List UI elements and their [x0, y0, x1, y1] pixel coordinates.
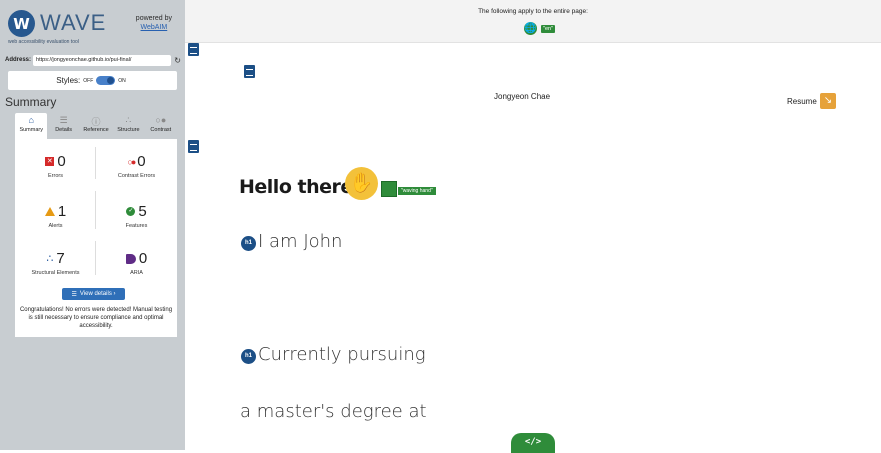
wave-brand: W WAVE web accessibility evaluation tool…: [8, 10, 178, 46]
region-icon[interactable]: [244, 65, 255, 78]
error-icon: ✕: [45, 157, 55, 166]
tab-label: Reference: [83, 127, 109, 133]
resume-link[interactable]: Resume: [787, 97, 817, 106]
tab-label: Details: [55, 127, 73, 133]
congrats-message: Congratulations! No errors were detected…: [19, 307, 173, 329]
aria-count: 0: [138, 250, 148, 267]
tab-label: Contrast: [150, 127, 172, 133]
stat-structural[interactable]: ∴ 7 Structural Elements: [15, 242, 96, 287]
features-label: Features: [125, 223, 148, 229]
code-icon[interactable]: </>: [511, 433, 555, 453]
alerts-label: Alerts: [48, 223, 63, 229]
contrast-error-icon: ○●: [127, 156, 136, 167]
contrast-label: Contrast Errors: [117, 173, 156, 179]
site-name[interactable]: Jongyeon Chae: [494, 92, 550, 101]
aria-label: ARIA: [130, 270, 143, 276]
heading-badge-icon[interactable]: h1: [241, 349, 256, 364]
features-count: 5: [138, 203, 147, 220]
intro-line: I am John: [258, 231, 343, 252]
contrast-icon: ○●: [155, 115, 167, 125]
errors-label: Errors: [48, 173, 63, 179]
stat-aria[interactable]: 0 ARIA: [96, 242, 177, 287]
stat-errors[interactable]: ✕ 0 Errors: [15, 145, 96, 190]
degree-line: a master's degree at: [240, 401, 427, 422]
tab-label: Structure: [117, 127, 140, 133]
stat-features[interactable]: ✓ 5 Features: [96, 195, 177, 240]
errors-count: 0: [57, 153, 66, 170]
summary-heading: Summary: [5, 95, 57, 109]
view-details-label: View details ›: [79, 291, 116, 297]
powered-by: powered by WebAIM: [136, 14, 172, 32]
alerts-count: 1: [57, 203, 67, 220]
list-icon: ☰: [59, 115, 68, 125]
styles-toggle-box: Styles: OFF ON: [8, 71, 177, 90]
resume-alert-icon[interactable]: ↘: [820, 93, 836, 109]
tab-reference[interactable]: ⓘ Reference: [80, 113, 112, 139]
image-alt-icon[interactable]: [381, 181, 397, 197]
tab-summary[interactable]: ⌂ Summary: [15, 113, 48, 139]
pursuing-line: Currently pursuing: [258, 344, 426, 365]
region-icon[interactable]: [188, 140, 199, 153]
home-icon: ⌂: [28, 115, 34, 125]
wave-sidebar: W WAVE web accessibility evaluation tool…: [0, 0, 185, 450]
view-details-button[interactable]: ☰ View details ›: [62, 288, 125, 300]
structural-label: Structural Elements: [31, 270, 80, 276]
list-icon: ☰: [71, 291, 77, 298]
contrast-count: 0: [137, 153, 146, 170]
waving-hand-icon: ✋: [345, 167, 378, 200]
wave-tagline: web accessibility evaluation tool: [8, 39, 79, 45]
aria-icon: [125, 253, 136, 264]
info-icon: ⓘ: [91, 117, 101, 127]
styles-toggle[interactable]: [96, 76, 116, 85]
alt-text-badge[interactable]: "waving hand": [398, 187, 436, 195]
toggle-knob: [107, 77, 115, 84]
wave-logo-icon[interactable]: W: [8, 10, 35, 37]
tab-structure[interactable]: ∴ Structure: [112, 113, 144, 139]
reload-icon[interactable]: ↻: [174, 56, 181, 65]
page-wide-note: The following apply to the entire page:: [478, 8, 588, 15]
region-icon[interactable]: [188, 43, 199, 56]
tab-bar: ⌂ Summary ☰ Details ⓘ Reference ∴ Struct…: [15, 113, 177, 139]
webaim-link[interactable]: WebAIM: [136, 23, 172, 32]
heading-badge-icon[interactable]: h1: [241, 236, 256, 251]
address-bar: Address: https://jongyeonchae.github.io/…: [5, 54, 181, 66]
address-input[interactable]: https://jongyeonchae.github.io/pui-final…: [33, 54, 172, 66]
tab-details[interactable]: ☰ Details: [47, 113, 79, 139]
styles-on-label: ON: [118, 77, 126, 84]
summary-panel: ✕ 0 Errors ○● 0 Contrast Errors 1 Alerts ✓…: [15, 139, 177, 337]
styles-off-label: OFF: [83, 77, 94, 84]
hello-heading: Hello there: [239, 176, 353, 198]
feature-icon: ✓: [126, 207, 136, 216]
wave-title: WAVE: [40, 10, 107, 35]
tab-label: Summary: [19, 127, 43, 133]
structure-icon: ∴: [46, 253, 54, 265]
tab-contrast[interactable]: ○● Contrast: [145, 113, 177, 139]
alert-icon: [44, 207, 55, 216]
page-wide-bar: The following apply to the entire page: …: [185, 0, 881, 43]
language-globe-icon[interactable]: 🌐: [524, 22, 537, 35]
structure-icon: ∴: [125, 115, 132, 125]
powered-by-label: powered by: [135, 15, 172, 22]
stat-contrast-errors[interactable]: ○● 0 Contrast Errors: [96, 145, 177, 190]
structural-count: 7: [56, 250, 65, 267]
styles-label: Styles:: [56, 76, 81, 85]
address-label: Address:: [5, 57, 32, 63]
language-badge[interactable]: "en": [541, 25, 556, 33]
stat-alerts[interactable]: 1 Alerts: [15, 195, 96, 240]
